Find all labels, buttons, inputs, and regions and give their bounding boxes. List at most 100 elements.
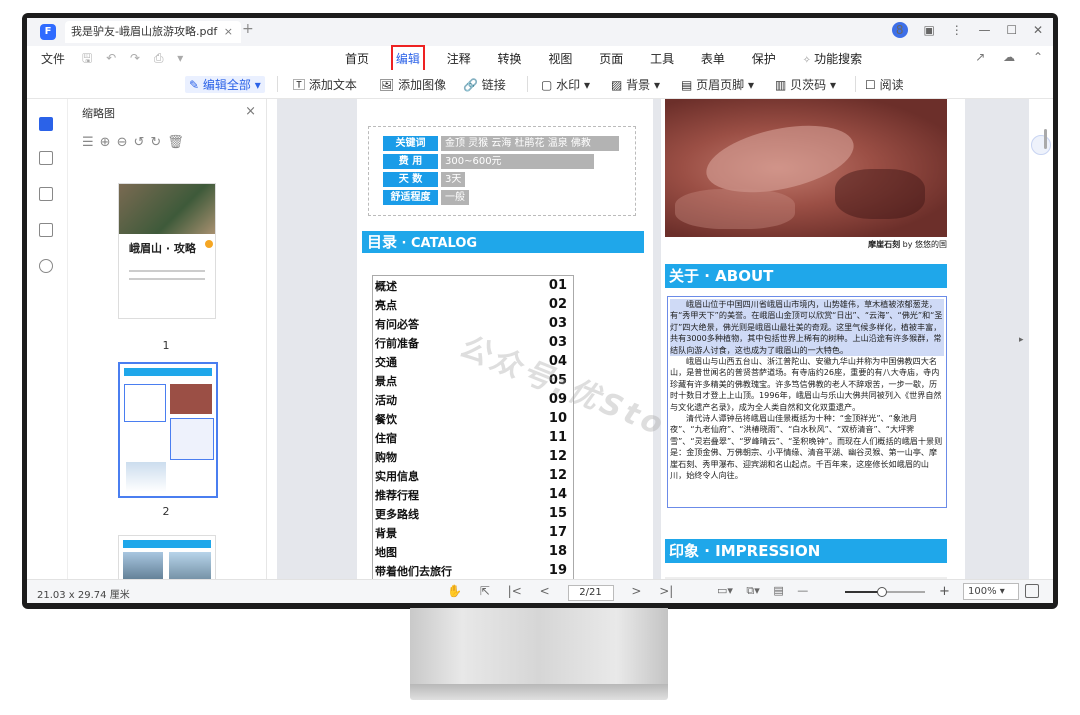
read-mode-toggle[interactable]: ☐ 阅读 [865, 76, 904, 93]
zoom-slider-knob[interactable] [877, 587, 887, 597]
actual-size-icon[interactable]: ▭▾ [717, 584, 733, 597]
maximize-icon[interactable]: ☐ [1006, 23, 1017, 37]
new-tab-button[interactable]: + [242, 21, 254, 37]
add-text-button[interactable]: 🅃 添加文本 [293, 76, 357, 93]
menu-form[interactable]: 表单 [701, 50, 725, 67]
info-box: 关键词 金顶 灵猴 云海 杜鹃花 温泉 佛教 费 用 300~600元 天 数 … [368, 126, 636, 216]
zoom-select[interactable]: 100% ▾ [963, 583, 1019, 600]
menu-tools[interactable]: 工具 [650, 50, 674, 67]
rotate-left-icon[interactable]: ↺ [133, 135, 150, 150]
document-view[interactable]: ◂ ▸ 关键词 金顶 灵猴 云海 杜鹃花 温泉 佛教 费 用 300~600元 … [277, 99, 1029, 579]
prev-page-icon[interactable]: < [540, 584, 550, 598]
edit-all-button[interactable]: ✎ 编辑全部 ▾ [185, 76, 265, 93]
main-menu: 首页 编辑 注释 转换 视图 页面 工具 表单 保护 ✧ 功能搜索 [345, 45, 908, 72]
thumbnail-photo [119, 184, 215, 234]
zoom-in-button[interactable]: + [939, 584, 950, 599]
minimize-icon[interactable]: — [979, 23, 991, 37]
catalog-item-label: 地图 [375, 546, 397, 559]
comment-icon[interactable] [39, 187, 53, 201]
menu-home[interactable]: 首页 [345, 50, 369, 67]
zoom-out-icon[interactable]: ⊖ [117, 135, 134, 150]
catalog-title-en: · CATALOG [397, 236, 478, 251]
add-image-button[interactable]: 🖼 添加图像 [379, 76, 446, 93]
select-tool-icon[interactable]: ⇱ [480, 584, 490, 598]
collapse-right-arrow[interactable]: ▸ [1019, 335, 1024, 345]
user-avatar[interactable]: 8 [891, 22, 908, 38]
page-size-readout: 21.03 x 29.74 厘米 [37, 590, 130, 601]
zoom-slider[interactable] [845, 587, 925, 597]
ai-assistant-icon[interactable] [1031, 135, 1051, 155]
thumbnail-badge [205, 240, 213, 248]
thumbnail-header-bar [124, 368, 212, 376]
thumbnails-icon[interactable] [39, 117, 53, 131]
document-tab[interactable]: 我是驴友-峨眉山旅游攻略.pdf × [65, 21, 241, 43]
catalog-item-page: 03 [548, 316, 567, 331]
page-number-input[interactable]: 2/21 [567, 585, 614, 601]
rotate-right-icon[interactable]: ↻ [150, 135, 167, 150]
close-window-icon[interactable]: ✕ [1033, 23, 1043, 37]
vertical-scrollbar[interactable] [1044, 129, 1047, 149]
attachment-icon[interactable] [39, 223, 53, 237]
catalog-row: 亮点 02 [375, 297, 571, 316]
thumbnail-number-2: 2 [162, 505, 170, 518]
bookmark-icon[interactable] [39, 151, 53, 165]
add-text-label: 添加文本 [308, 78, 357, 92]
menu-annotate[interactable]: 注释 [447, 50, 471, 67]
more-icon[interactable]: ⋮ [951, 23, 963, 37]
toolbar-divider [855, 76, 856, 92]
left-icon-rail [27, 99, 68, 579]
menu-view[interactable]: 视图 [548, 50, 572, 67]
catalog-item-label: 行前准备 [375, 337, 419, 350]
catalog-row: 购物 12 [375, 449, 571, 468]
menu-edit[interactable]: 编辑 [390, 45, 425, 72]
page-navigation: ✋ ⇱ |< < 2/21 > >| [447, 584, 687, 601]
background-button[interactable]: ▨ 背景 ▾ [611, 76, 660, 93]
about-title-cn: 关于 [669, 267, 700, 285]
feature-search[interactable]: ✧ 功能搜索 [803, 50, 886, 67]
search-icon[interactable] [39, 259, 53, 273]
share-icon[interactable]: ↗ [975, 50, 985, 64]
link-button[interactable]: 🔗 链接 [463, 76, 506, 93]
about-text-box[interactable]: 峨眉山位于中国四川省峨眉山市境内，山势雄伟，草木植被浓郁葱茏，有“秀甲天下”的美… [667, 296, 947, 508]
menu-page[interactable]: 页面 [599, 50, 623, 67]
catalog-row: 带着他们去旅行 19 [375, 563, 571, 579]
next-page-icon[interactable]: > [631, 584, 641, 598]
collapse-icon[interactable]: ⌃ [1033, 50, 1043, 64]
message-icon[interactable]: ▣ [924, 23, 935, 37]
hand-tool-icon[interactable]: ✋ [447, 584, 462, 598]
close-panel-icon[interactable]: × [245, 104, 256, 119]
fit-page-icon[interactable] [1025, 584, 1039, 598]
menu-protect[interactable]: 保护 [752, 50, 776, 67]
about-title-en: · ABOUT [699, 267, 774, 285]
bates-button[interactable]: ▥ 贝茨码 ▾ [775, 76, 836, 93]
menu-file[interactable]: 文件 [41, 50, 65, 67]
delete-icon[interactable]: 🗑 [167, 135, 190, 150]
single-page-icon[interactable]: ▤ [773, 584, 783, 597]
cloud-icon[interactable]: ☁ [1003, 50, 1015, 64]
info-value: 3天 [441, 172, 466, 187]
zoom-in-icon[interactable]: ⊕ [100, 135, 117, 150]
first-page-icon[interactable]: |< [508, 584, 522, 598]
dropdown-icon[interactable]: ▾ [177, 51, 183, 65]
bates-label: 贝茨码 [790, 78, 827, 92]
about-paragraph-1: 峨眉山位于中国四川省峨眉山市境内，山势雄伟，草木植被浓郁葱茏，有“秀甲天下”的美… [670, 299, 944, 357]
close-tab-icon[interactable]: × [224, 21, 233, 43]
page-layout-icon[interactable]: ⧉▾ [746, 584, 759, 597]
undo-icon[interactable]: ↶ [106, 51, 116, 65]
about-heading: 关于 · ABOUT [665, 264, 947, 288]
thumbnail-header-bar [123, 540, 211, 548]
catalog-item-page: 14 [548, 487, 567, 502]
watermark-button[interactable]: ▢ 水印 ▾ [541, 76, 590, 93]
page-thumbnail-1[interactable]: 峨眉山 · 攻略 [118, 183, 216, 319]
menu-lines-icon[interactable]: ☰ [82, 135, 100, 150]
info-key: 舒适程度 [383, 190, 438, 205]
last-page-icon[interactable]: >| [659, 584, 673, 598]
zoom-out-button[interactable]: — [797, 584, 808, 597]
print-icon[interactable]: ⎙ [154, 51, 164, 65]
catalog-title-cn: 目录 [367, 233, 398, 251]
page-thumbnail-2[interactable] [118, 362, 218, 498]
save-icon[interactable]: 🖫 [82, 51, 92, 65]
header-footer-button[interactable]: ▤ 页眉页脚 ▾ [681, 76, 754, 93]
redo-icon[interactable]: ↷ [130, 51, 140, 65]
menu-convert[interactable]: 转换 [498, 50, 522, 67]
